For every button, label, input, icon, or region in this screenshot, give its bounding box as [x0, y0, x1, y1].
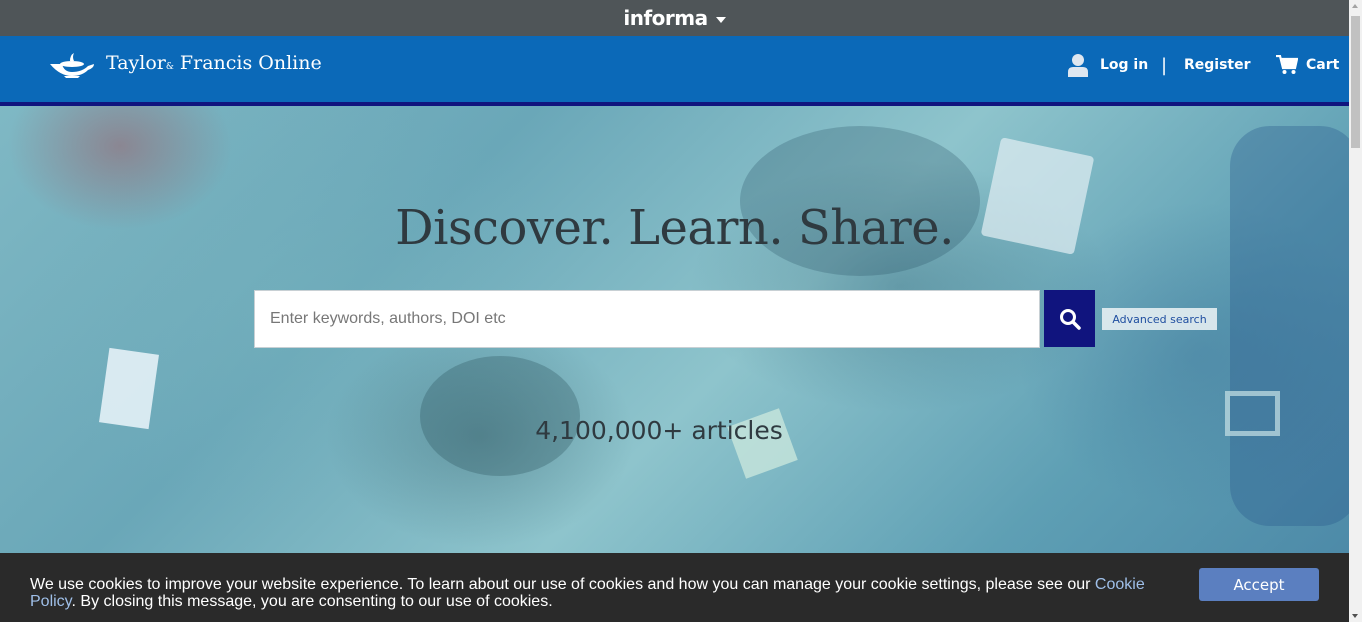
login-link[interactable]: Log in: [1068, 53, 1148, 77]
hero-section: Discover. Learn. Share. Advanced search …: [0, 106, 1349, 553]
cart-icon: [1276, 55, 1298, 74]
lamp-logo-icon: [50, 53, 94, 78]
scroll-up-arrow-icon[interactable]: [1352, 4, 1358, 8]
hero-background-shape: [1230, 126, 1349, 526]
scrollbar-thumb[interactable]: [1351, 16, 1360, 148]
scroll-down-arrow-icon[interactable]: [1352, 614, 1358, 618]
cart-link[interactable]: Cart: [1276, 55, 1339, 75]
accept-cookies-button[interactable]: Accept: [1199, 568, 1319, 601]
cookie-message: We use cookies to improve your website e…: [30, 576, 1145, 610]
page-scrollbar[interactable]: [1349, 0, 1362, 622]
site-logo[interactable]: Taylor& Francis Online: [48, 52, 322, 78]
search-box: [254, 290, 1040, 348]
cookie-banner: We use cookies to improve your website e…: [0, 553, 1349, 622]
login-label: Log in: [1100, 57, 1149, 73]
register-label: Register: [1184, 57, 1251, 73]
informa-brand-menu[interactable]: informa: [623, 6, 726, 30]
search-button[interactable]: [1044, 290, 1095, 347]
advanced-search-link[interactable]: Advanced search: [1102, 308, 1217, 330]
register-link[interactable]: Register: [1184, 57, 1251, 73]
site-header: Taylor& Francis Online Log in | Register…: [0, 36, 1349, 102]
cart-label: Cart: [1306, 57, 1340, 73]
informa-brand-label: informa: [623, 6, 708, 30]
article-count: 4,100,000+ articles: [535, 416, 783, 445]
hero-headline: Discover. Learn. Share.: [395, 200, 954, 256]
search-input[interactable]: [255, 291, 1039, 347]
search-icon: [1059, 308, 1081, 330]
user-icon: [1068, 54, 1088, 77]
informa-bar: informa: [0, 0, 1349, 36]
nav-separator: |: [1161, 54, 1168, 76]
logo-wordmark: Taylor& Francis Online: [106, 52, 322, 74]
caret-down-icon: [715, 16, 726, 23]
